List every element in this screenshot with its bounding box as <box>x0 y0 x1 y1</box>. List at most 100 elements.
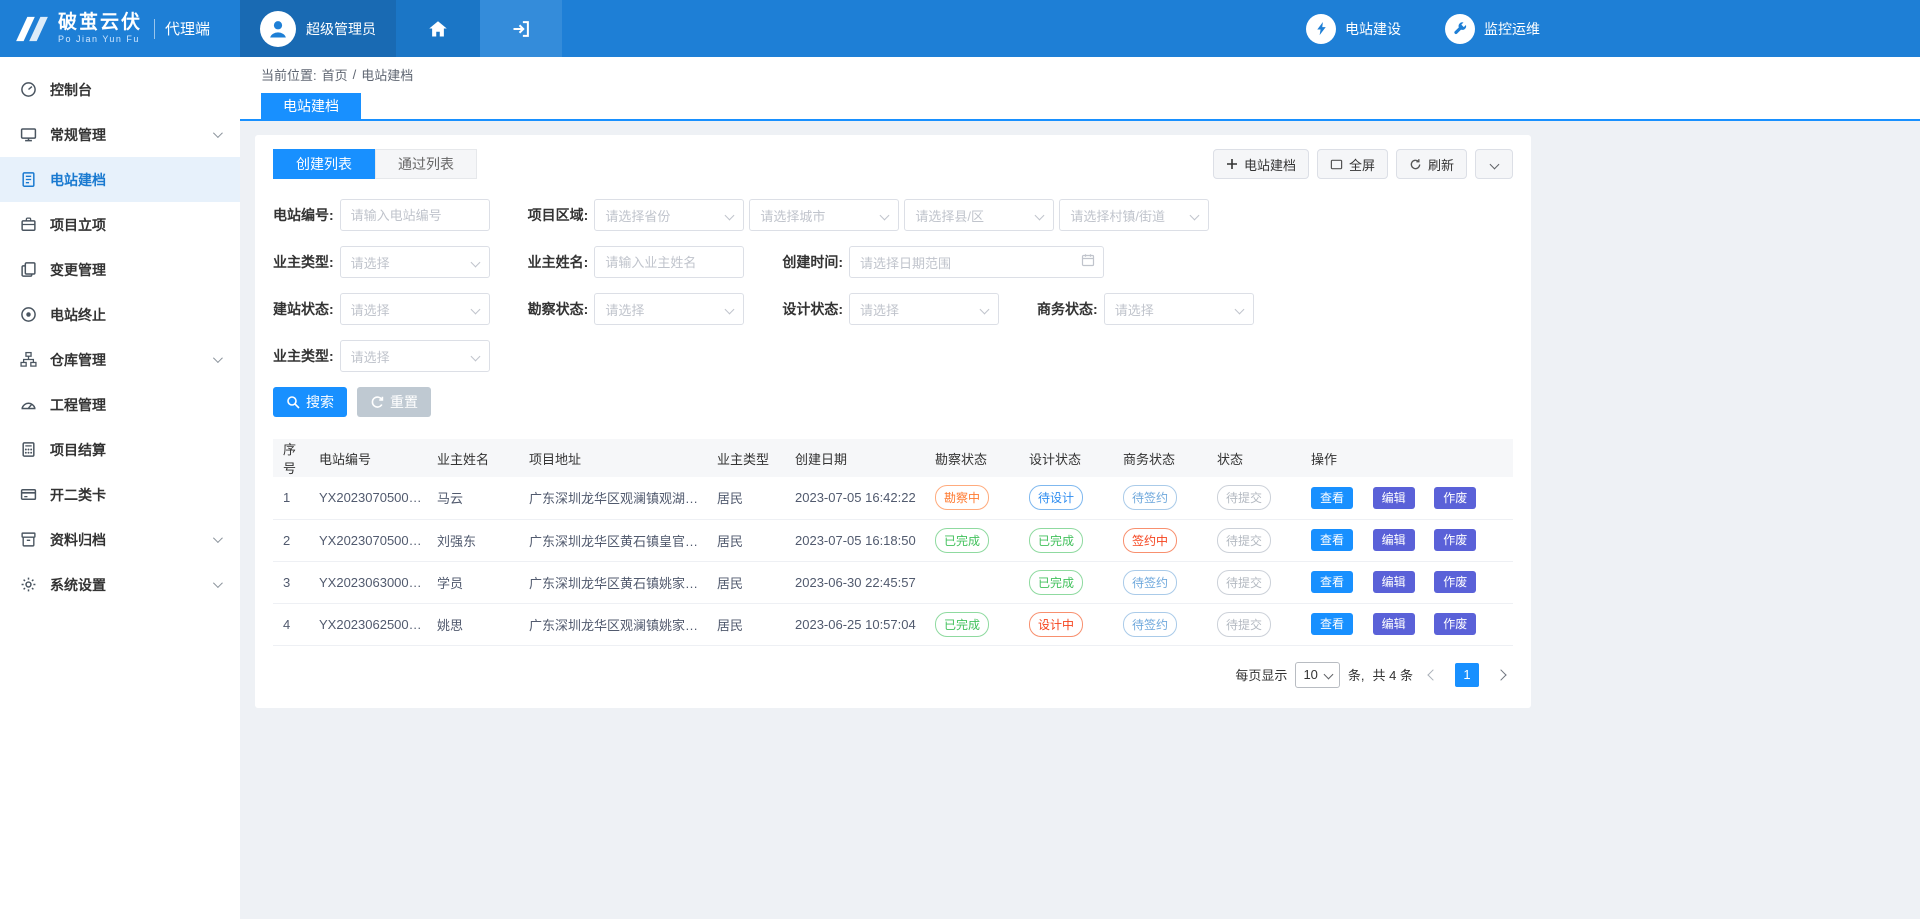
sidebar-item-warehouse-mgmt[interactable]: 仓库管理 <box>0 337 240 382</box>
sidebar-item-engineering-mgmt[interactable]: 工程管理 <box>0 382 240 427</box>
business-status-badge: 待签约 <box>1123 612 1177 637</box>
view-button[interactable]: 查看 <box>1311 613 1353 635</box>
design-status-badge: 已完成 <box>1029 570 1083 595</box>
province-select[interactable]: 请选择省份 <box>594 199 744 231</box>
business-status-select[interactable]: 请选择 <box>1104 293 1254 325</box>
create-time-range-input[interactable]: 请选择日期范围 <box>849 246 1104 278</box>
chevron-down-icon <box>213 578 223 588</box>
edit-button[interactable]: 编辑 <box>1373 613 1415 635</box>
station-no-input[interactable] <box>340 199 490 231</box>
cell-owner: 马云 <box>431 477 523 519</box>
table-row: 1 YX2023070500011 马云 广东深圳龙华区观澜镇观湖路... 居民… <box>273 477 1513 519</box>
page-tab-strip: 电站建档 <box>240 91 1920 121</box>
prev-page-button[interactable] <box>1421 663 1445 687</box>
tab-create-list[interactable]: 创建列表 <box>273 149 375 179</box>
breadcrumb: 当前位置: 首页 / 电站建档 <box>240 57 1920 91</box>
search-button[interactable]: 搜索 <box>273 387 347 417</box>
sidebar-item-label: 资料归档 <box>50 530 106 550</box>
edit-button[interactable]: 编辑 <box>1373 529 1415 551</box>
cell-owner: 姚思 <box>431 603 523 645</box>
sidebar-item-type2-card[interactable]: 开二类卡 <box>0 472 240 517</box>
sidebar-item-general-mgmt[interactable]: 常规管理 <box>0 112 240 157</box>
refresh-button[interactable]: 刷新 <box>1396 149 1467 179</box>
fullscreen-button[interactable]: 全屏 <box>1317 149 1388 179</box>
page-tab-station-archive[interactable]: 电站建档 <box>261 93 361 119</box>
user-menu[interactable]: 超级管理员 <box>240 0 396 57</box>
tab-passed-list[interactable]: 通过列表 <box>375 149 477 179</box>
logo: 破茧云伏 Po Jian Yun Fu 代理端 <box>0 0 240 57</box>
business-status-badge: 待签约 <box>1123 570 1177 595</box>
view-button[interactable]: 查看 <box>1311 487 1353 509</box>
status-badge: 待提交 <box>1217 528 1271 553</box>
void-button[interactable]: 作废 <box>1434 571 1476 593</box>
sidebar-item-system-settings[interactable]: 系统设置 <box>0 562 240 607</box>
sidebar-item-console[interactable]: 控制台 <box>0 67 240 112</box>
region-label: 项目区域: <box>528 205 589 225</box>
per-page-select[interactable]: 10 <box>1295 662 1339 688</box>
status-badge: 待提交 <box>1217 570 1271 595</box>
sidebar-item-project-initiation[interactable]: 项目立项 <box>0 202 240 247</box>
edit-button[interactable]: 编辑 <box>1373 487 1415 509</box>
reset-button[interactable]: 重置 <box>357 387 431 417</box>
current-page[interactable]: 1 <box>1455 663 1479 687</box>
chevron-down-icon <box>725 211 735 221</box>
owner-type2-label: 业主类型: <box>273 346 334 366</box>
breadcrumb-home[interactable]: 首页 <box>322 65 348 84</box>
chevron-down-icon <box>880 211 890 221</box>
breadcrumb-separator: / <box>353 67 357 82</box>
table-row: 2 YX2023070500010 刘强东 广东深圳龙华区黄石镇皇官大... 居… <box>273 519 1513 561</box>
pagination: 每页显示 10 条, 共 4 条 1 <box>273 662 1513 688</box>
void-button[interactable]: 作废 <box>1434 487 1476 509</box>
per-page-label: 每页显示 <box>1235 665 1287 684</box>
chevron-down-icon <box>725 305 735 315</box>
collapse-toolbar-button[interactable] <box>1475 149 1513 179</box>
sidebar-item-station-termination[interactable]: 电站终止 <box>0 292 240 337</box>
avatar <box>260 11 296 47</box>
col-header: 设计状态 <box>1023 439 1117 477</box>
void-button[interactable]: 作废 <box>1434 529 1476 551</box>
edit-button[interactable]: 编辑 <box>1373 571 1415 593</box>
view-button[interactable]: 查看 <box>1311 571 1353 593</box>
home-button[interactable] <box>396 0 480 57</box>
logout-button[interactable] <box>480 0 562 57</box>
cell-no: 4 <box>273 603 313 645</box>
county-select[interactable]: 请选择县/区 <box>904 199 1054 231</box>
owner-name-input[interactable] <box>594 246 744 278</box>
sidebar-item-label: 控制台 <box>50 80 92 100</box>
topbar-right-nav: 电站建设 监控运维 <box>1306 0 1540 57</box>
col-header: 创建日期 <box>789 439 929 477</box>
owner-type2-select[interactable]: 请选择 <box>340 340 490 372</box>
build-status-select[interactable]: 请选择 <box>340 293 490 325</box>
city-select[interactable]: 请选择城市 <box>749 199 899 231</box>
sidebar-item-station-archive[interactable]: 电站建档 <box>0 157 240 202</box>
sidebar-item-label: 系统设置 <box>50 575 106 595</box>
void-button[interactable]: 作废 <box>1434 613 1476 635</box>
card-icon <box>20 486 37 503</box>
survey-status-select[interactable]: 请选择 <box>594 293 744 325</box>
owner-type-select[interactable]: 请选择 <box>340 246 490 278</box>
view-button[interactable]: 查看 <box>1311 529 1353 551</box>
cell-address: 广东深圳龙华区观澜镇姚家庄... <box>523 603 711 645</box>
build-status-label: 建站状态: <box>273 299 334 319</box>
add-station-button[interactable]: 电站建档 <box>1213 149 1309 179</box>
calculator-icon <box>20 441 37 458</box>
cell-created: 2023-06-25 10:57:04 <box>789 603 929 645</box>
town-select[interactable]: 请选择村镇/街道 <box>1059 199 1209 231</box>
design-status-badge: 已完成 <box>1029 528 1083 553</box>
portal-label: 代理端 <box>165 18 210 39</box>
sidebar-item-change-mgmt[interactable]: 变更管理 <box>0 247 240 292</box>
sidebar-item-data-archive[interactable]: 资料归档 <box>0 517 240 562</box>
next-page-button[interactable] <box>1489 663 1513 687</box>
status-badge: 待提交 <box>1217 612 1271 637</box>
filter-form: 电站编号: 项目区域: 请选择省份 请选择城市 请选择县/区 请选择村镇/街道 … <box>273 199 1513 417</box>
table-row: 3 YX2023063000009 学员 广东深圳龙华区黄石镇姚家庄... 居民… <box>273 561 1513 603</box>
col-header: 业主类型 <box>711 439 789 477</box>
plus-icon <box>1226 158 1238 170</box>
wrench-icon <box>1445 14 1475 44</box>
breadcrumb-current: 电站建档 <box>361 65 413 84</box>
nav-station-build[interactable]: 电站建设 <box>1306 14 1401 44</box>
design-status-select[interactable]: 请选择 <box>849 293 999 325</box>
nav-monitor-ops[interactable]: 监控运维 <box>1445 14 1540 44</box>
target-icon <box>20 306 37 323</box>
sidebar-item-project-settlement[interactable]: 项目结算 <box>0 427 240 472</box>
